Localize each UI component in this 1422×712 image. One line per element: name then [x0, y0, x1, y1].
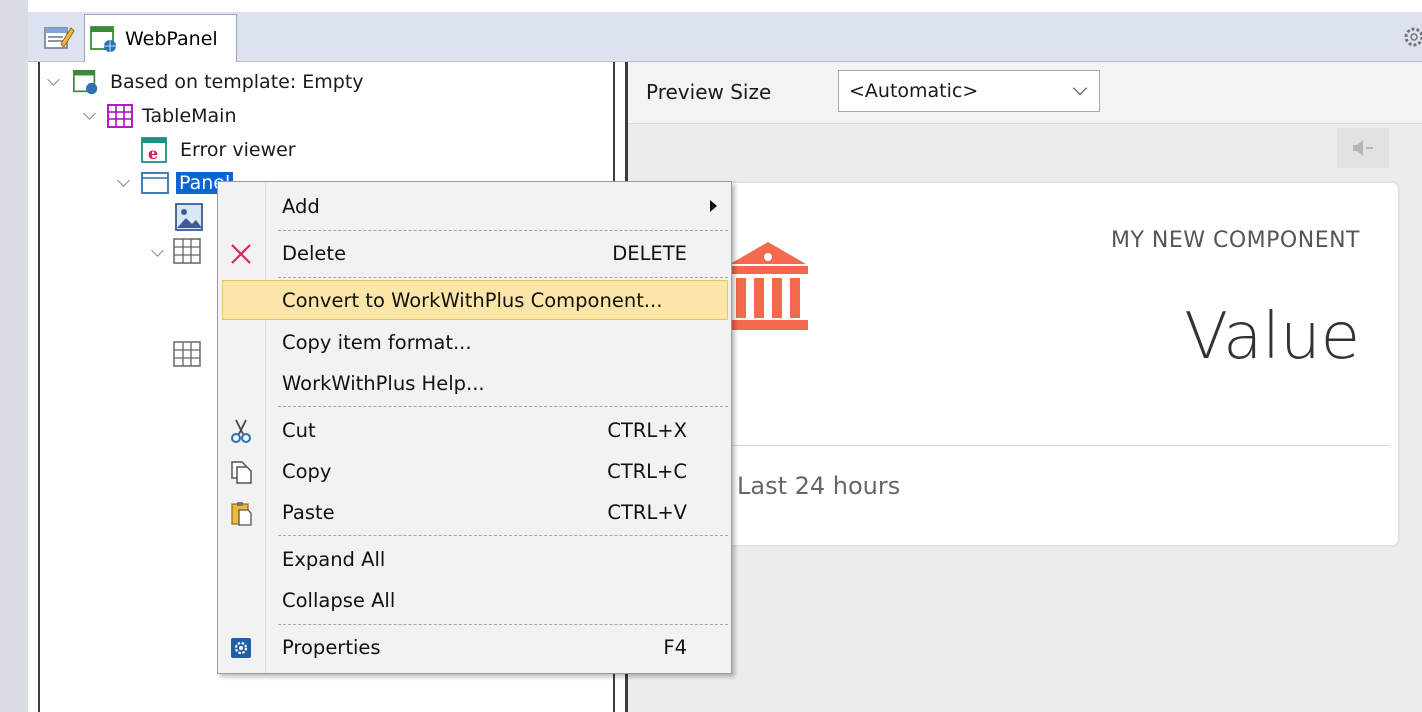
- menu-item-label: Copy: [282, 459, 332, 483]
- bank-icon: [728, 242, 808, 330]
- menu-item-cut[interactable]: Cut CTRL+X: [218, 410, 731, 450]
- preview-size-label: Preview Size: [646, 80, 772, 104]
- menu-item-label: Convert to WorkWithPlus Component...: [282, 288, 663, 312]
- preview-size-select[interactable]: <Automatic>: [838, 70, 1100, 112]
- table-icon: [107, 104, 133, 128]
- chevron-down-icon[interactable]: [150, 245, 166, 261]
- scissors-icon: [231, 419, 251, 443]
- menu-item-convert-workwithplus[interactable]: Convert to WorkWithPlus Component...: [222, 280, 728, 320]
- menu-item-delete[interactable]: Delete DELETE: [218, 233, 731, 273]
- menu-separator: [278, 406, 728, 407]
- menu-item-label: Collapse All: [282, 588, 396, 612]
- table-icon: [173, 238, 201, 264]
- card-value: Value: [1184, 300, 1360, 374]
- tab-webpanel[interactable]: WebPanel: [84, 14, 237, 62]
- tab-label: WebPanel: [125, 27, 218, 50]
- menu-item-label: Delete: [282, 241, 347, 265]
- card-title: MY NEW COMPONENT: [1110, 228, 1360, 253]
- menu-item-label: Paste: [282, 500, 335, 524]
- menu-item-label: Copy item format...: [282, 330, 472, 354]
- menu-item-shortcut: CTRL+X: [607, 418, 687, 442]
- tree-node-errorviewer[interactable]: e Error viewer: [140, 135, 296, 165]
- menu-item-paste[interactable]: Paste CTRL+V: [218, 492, 731, 532]
- menu-item-label: WorkWithPlus Help...: [282, 371, 485, 395]
- svg-text:e: e: [148, 144, 158, 163]
- menu-item-label: Cut: [282, 418, 316, 442]
- properties-icon: [44, 27, 75, 49]
- tree-node-label: TableMain: [142, 105, 237, 127]
- paste-icon: [231, 502, 252, 526]
- menu-separator: [278, 230, 728, 231]
- chevron-down-icon: [1072, 80, 1088, 96]
- tab-bar: [28, 12, 1422, 62]
- preview-size-value: <Automatic>: [849, 80, 979, 102]
- card-divider: [700, 445, 1390, 446]
- left-strip: [0, 0, 28, 712]
- submenu-arrow-icon: [710, 200, 717, 212]
- tree-node-label: Based on template: Empty: [110, 71, 364, 93]
- copy-icon: [231, 461, 252, 484]
- menu-item-shortcut: CTRL+V: [607, 500, 687, 524]
- menu-item-label: Properties: [282, 635, 381, 659]
- menu-item-properties[interactable]: Properties F4: [218, 627, 731, 667]
- chevron-down-icon[interactable]: [116, 175, 132, 191]
- card-footer: Last 24 hours: [737, 472, 901, 500]
- menu-separator: [278, 535, 728, 536]
- properties-tab[interactable]: [38, 14, 80, 60]
- menu-item-label: Add: [282, 194, 320, 218]
- menu-item-shortcut: CTRL+C: [607, 459, 687, 483]
- mute-button[interactable]: [1337, 128, 1389, 168]
- menu-item-shortcut: DELETE: [612, 241, 687, 265]
- delete-icon: [231, 244, 251, 264]
- error-viewer-icon: e: [141, 137, 167, 163]
- tree-node-tablemain[interactable]: TableMain: [82, 101, 237, 131]
- tree-node-root[interactable]: Based on template: Empty: [46, 67, 364, 97]
- gear-icon[interactable]: [1396, 22, 1422, 52]
- panel-icon: [141, 172, 169, 194]
- tree-node-panel[interactable]: Panel: [116, 168, 234, 198]
- chevron-down-icon[interactable]: [46, 74, 62, 90]
- menu-item-workwithplus-help[interactable]: WorkWithPlus Help...: [218, 363, 731, 403]
- menu-separator: [278, 277, 728, 278]
- tree-node-label: Error viewer: [180, 139, 296, 161]
- table-icon: [173, 341, 201, 367]
- menu-item-shortcut: F4: [663, 635, 687, 659]
- menu-item-add[interactable]: Add: [218, 186, 731, 226]
- menu-item-copy-format[interactable]: Copy item format...: [218, 322, 731, 362]
- chevron-down-icon[interactable]: [82, 108, 98, 124]
- menu-item-label: Expand All: [282, 547, 386, 571]
- menu-item-collapse-all[interactable]: Collapse All: [218, 580, 731, 620]
- webpanel-icon: [90, 25, 116, 52]
- menu-separator: [278, 624, 728, 625]
- webpanel-icon: [73, 69, 98, 95]
- image-icon: [175, 203, 203, 231]
- speaker-mute-icon: [1353, 140, 1373, 156]
- menu-item-expand-all[interactable]: Expand All: [218, 539, 731, 579]
- properties-gear-icon: [231, 638, 251, 658]
- menu-item-copy[interactable]: Copy CTRL+C: [218, 451, 731, 491]
